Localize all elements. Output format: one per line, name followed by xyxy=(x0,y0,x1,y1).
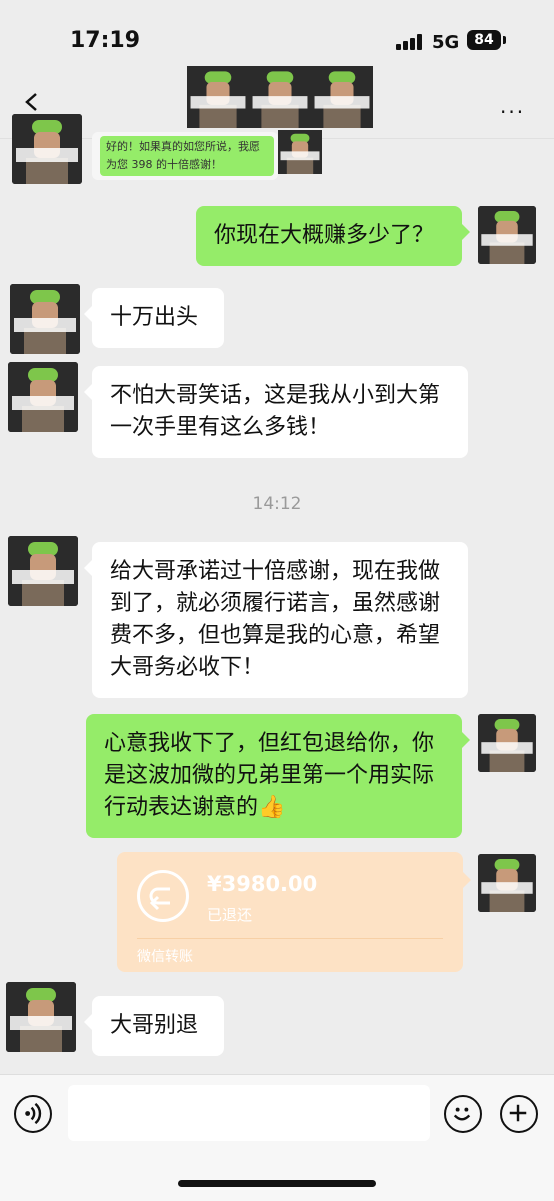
network-type: 5G xyxy=(432,32,460,53)
group-member-avatar xyxy=(187,66,249,128)
my-avatar[interactable] xyxy=(478,854,536,912)
battery-tip xyxy=(503,36,506,44)
message-bubble-incoming[interactable]: 给大哥承诺过十倍感谢，现在我做到了，就必须履行诺言，虽然感谢费不多，但也算是我的… xyxy=(84,542,468,698)
my-avatar[interactable] xyxy=(478,714,536,772)
message-timestamp: 14:12 xyxy=(252,494,302,514)
signal-icon xyxy=(396,34,426,50)
message-bubble-incoming[interactable]: 十万出头 xyxy=(84,288,224,348)
message-bubble-outgoing[interactable]: 你现在大概赚多少了？ xyxy=(196,206,470,266)
home-indicator xyxy=(178,1180,376,1187)
transfer-footer: 微信转账 xyxy=(137,949,193,965)
emoji-icon[interactable] xyxy=(444,1095,482,1133)
message-bubble-outgoing[interactable]: 心意我收下了，但红包退给你，你是这波加微的兄弟里第一个用实际行动表达谢意的👍 xyxy=(86,714,470,838)
battery-icon: 84 xyxy=(467,30,501,50)
contact-avatar[interactable] xyxy=(12,114,82,184)
message-input[interactable] xyxy=(68,1085,430,1141)
quoted-message-text: 好的！如果真的如您所说，我愿为您 398 的十倍感谢！ xyxy=(100,136,274,176)
contact-avatar[interactable] xyxy=(10,284,80,354)
status-bar: 17:19 5G 84 xyxy=(0,0,554,70)
transfer-status: 已退还 xyxy=(207,906,253,924)
more-options-icon[interactable]: ... xyxy=(500,96,525,116)
chat-header: ... xyxy=(0,66,554,139)
transfer-divider xyxy=(137,938,443,939)
status-time: 17:19 xyxy=(70,28,141,53)
transfer-amount: ¥3980.00 xyxy=(207,872,318,896)
group-member-avatar xyxy=(311,66,373,128)
my-avatar[interactable] xyxy=(478,206,536,264)
group-member-avatar xyxy=(249,66,311,128)
contact-avatar[interactable] xyxy=(8,362,78,432)
quoted-avatar xyxy=(278,130,322,174)
contact-avatar[interactable] xyxy=(6,982,76,1052)
message-bubble-incoming[interactable]: 大哥别退 xyxy=(84,996,224,1056)
back-arrow-icon[interactable] xyxy=(22,92,42,112)
quoted-message[interactable]: 好的！如果真的如您所说，我愿为您 398 的十倍感谢！ xyxy=(92,132,278,180)
group-avatar-strip[interactable] xyxy=(187,66,373,128)
plus-icon[interactable] xyxy=(500,1095,538,1133)
message-bubble-incoming[interactable]: 不怕大哥笑话，这是我从小到大第一次手里有这么多钱！ xyxy=(84,366,468,458)
contact-avatar[interactable] xyxy=(8,536,78,606)
wechat-transfer-card[interactable]: ¥3980.00 已退还 微信转账 xyxy=(117,852,471,972)
returned-transfer-icon xyxy=(137,870,189,922)
voice-input-icon[interactable] xyxy=(14,1095,52,1133)
